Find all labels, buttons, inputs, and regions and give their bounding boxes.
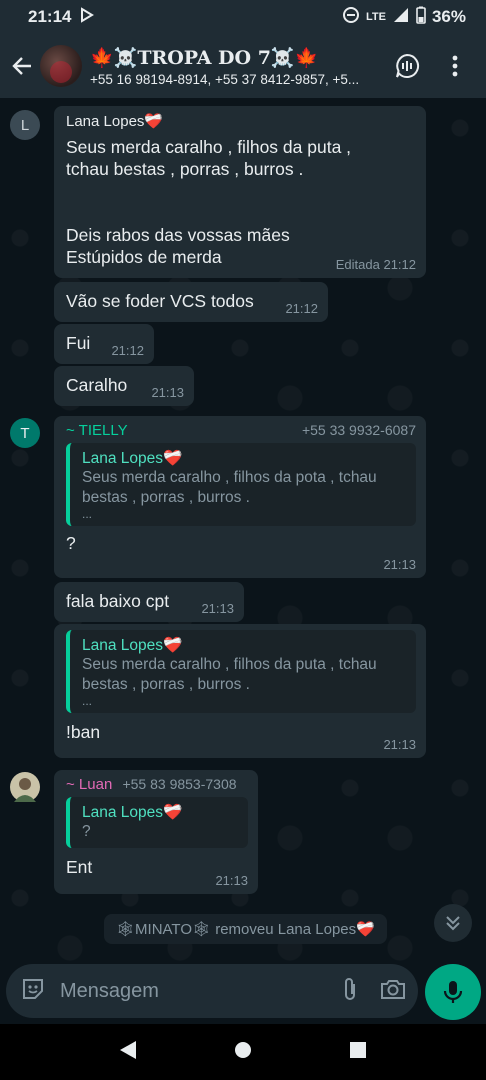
message-time: 21:13 (383, 737, 416, 752)
sender-phone: +55 83 9853-7308 (122, 776, 237, 792)
mic-icon (443, 981, 463, 1003)
message-text: Vão se foder VCS todos (66, 291, 254, 311)
message-bubble[interactable]: Lana Lopes❤️‍🩹 Seus merda caralho , filh… (54, 624, 426, 758)
person-photo-icon (14, 778, 36, 802)
battery-icon (416, 6, 426, 29)
dnd-icon (342, 6, 360, 29)
more-options-button[interactable] (438, 49, 472, 83)
quote-text: Seus merda caralho , filhos da puta , tc… (82, 656, 377, 708)
quoted-message[interactable]: Lana Lopes❤️‍🩹 ? (66, 797, 248, 848)
sender-avatar[interactable] (10, 772, 40, 802)
chat-header: 🍁☠️TROPA DO 7☠️🍁 +55 16 98194-8914, +55 … (0, 34, 486, 98)
message-bubble[interactable]: Vão se foder VCS todos 21:12 (54, 282, 328, 322)
attach-icon (345, 977, 355, 1000)
message-time: 21:12 (111, 343, 144, 358)
sender-name: ~ Luan (66, 776, 113, 793)
sender-avatar[interactable]: T (10, 418, 40, 448)
triangle-back-icon (119, 1040, 136, 1059)
sticker-icon (23, 978, 43, 999)
more-vert-icon (452, 55, 458, 77)
system-message: 🕸MINATO🕸 removeu Lana Lopes❤️‍🩹 (104, 914, 387, 944)
status-bar: 21:14 LTE 36% (0, 0, 486, 34)
battery-level: 36% (431, 7, 466, 26)
sender-avatar[interactable]: L (10, 110, 40, 140)
voice-chat-icon (396, 53, 420, 78)
message-bubble[interactable]: Caralho 21:13 (54, 366, 194, 406)
system-nav-bar (0, 1024, 486, 1080)
group-title: 🍁☠️TROPA DO 7☠️🍁 (90, 46, 319, 69)
camera-icon (381, 979, 405, 999)
message-text: Seus merda caralho , filhos da puta , tc… (66, 137, 352, 267)
quote-author: Lana Lopes❤️‍🩹 (82, 450, 183, 467)
signal-icon (392, 6, 410, 29)
composer: Mensagem (0, 964, 486, 1024)
message-time: 21:13 (383, 557, 416, 572)
group-info[interactable]: 🍁☠️TROPA DO 7☠️🍁 +55 16 98194-8914, +55 … (90, 46, 390, 87)
camera-button[interactable] (380, 977, 406, 1006)
quoted-message[interactable]: Lana Lopes❤️‍🩹 Seus merda caralho , filh… (66, 443, 416, 526)
quote-author: Lana Lopes❤️‍🩹 (82, 637, 183, 654)
play-icon (79, 6, 95, 28)
message-text: !ban (66, 722, 101, 742)
back-arrow-icon (12, 57, 31, 75)
quote-author: Lana Lopes❤️‍🩹 (82, 804, 183, 821)
quote-text: Seus merda caralho , filhos da pota , tc… (82, 469, 377, 521)
message-text: ? (66, 533, 76, 553)
sender-name: Lana Lopes❤️‍🩹 (66, 113, 164, 130)
message-bubble[interactable]: Fui 21:12 (54, 324, 154, 364)
message-time: 21:12 (285, 301, 318, 316)
circle-home-icon (234, 1041, 251, 1058)
message-placeholder: Mensagem (60, 979, 159, 1002)
status-time: 21:14 (28, 7, 72, 26)
chat-area[interactable]: L Lana Lopes❤️‍🩹 Seus merda caralho , fi… (0, 98, 486, 964)
message-bubble[interactable]: fala baixo cpt 21:13 (54, 582, 244, 622)
message-meta: Editada 21:12 (335, 257, 416, 272)
voice-chat-button[interactable] (390, 49, 424, 83)
sender-row: ~ TIELLY +55 33 9932-6087 (66, 422, 416, 439)
sticker-button[interactable] (20, 976, 46, 1007)
chevron-double-down-icon (446, 916, 460, 931)
message-bubble[interactable]: Lana Lopes❤️‍🩹 Seus merda caralho , filh… (54, 106, 426, 278)
nav-home-button[interactable] (234, 1041, 252, 1064)
message-time: 21:13 (215, 873, 248, 888)
message-bubble[interactable]: ~ Luan +55 83 9853-7308 Lana Lopes❤️‍🩹 ?… (54, 770, 258, 894)
square-recents-icon (350, 1041, 367, 1058)
mic-button[interactable] (425, 964, 481, 1020)
scroll-to-bottom-button[interactable] (434, 904, 472, 942)
network-type: LTE (366, 11, 386, 23)
sender-phone: +55 33 9932-6087 (301, 422, 416, 438)
message-input[interactable]: Mensagem (6, 964, 418, 1018)
group-avatar[interactable] (40, 45, 82, 87)
attach-button[interactable] (340, 976, 360, 1007)
back-button[interactable] (4, 46, 40, 86)
quoted-message[interactable]: Lana Lopes❤️‍🩹 Seus merda caralho , filh… (66, 630, 416, 713)
nav-recents-button[interactable] (349, 1041, 367, 1064)
sender-row: ~ Luan +55 83 9853-7308 (66, 776, 248, 793)
quote-text: ? (82, 823, 91, 840)
message-time: 21:13 (201, 601, 234, 616)
sender-name: ~ TIELLY (66, 422, 128, 439)
group-participants: +55 16 98194-8914, +55 37 8412-9857, +5.… (90, 71, 360, 87)
nav-back-button[interactable] (119, 1040, 137, 1065)
message-bubble[interactable]: ~ TIELLY +55 33 9932-6087 Lana Lopes❤️‍🩹… (54, 416, 426, 578)
message-time: 21:13 (151, 385, 184, 400)
